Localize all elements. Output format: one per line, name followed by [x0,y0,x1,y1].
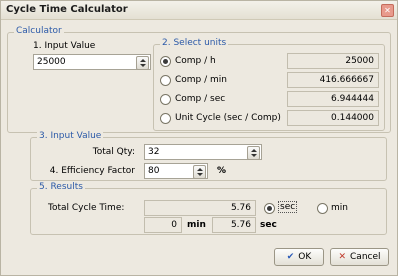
ok-button-label: OK [298,252,312,262]
result-minutes-value: 0 [144,217,182,233]
calculator-group: Calculator 1. Input Value 25000 2. Selec… [7,26,391,133]
total-qty-spinner[interactable] [247,146,260,160]
unit-comp-per-min-value: 416.666667 [287,72,379,88]
unit-comp-per-hour-label: Comp / h [175,56,216,66]
unit-option-comp-per-sec[interactable]: Comp / sec 6.944444 [154,90,386,108]
efficiency-factor-label: 4. Efficiency Factor [49,166,135,176]
total-cycle-time-label: Total Cycle Time: [48,203,125,213]
efficiency-percent-unit: % [217,166,227,176]
unit-comp-per-min-label: Comp / min [175,75,227,85]
unit-option-unit-cycle[interactable]: Unit Cycle (sec / Comp) 0.144000 [154,109,386,127]
title-bar[interactable]: Cycle Time Calculator ✕ [1,1,397,20]
cancel-button-label: Cancel [350,252,381,262]
check-icon: ✔ [286,252,295,262]
unit-option-comp-per-min[interactable]: Comp / min 416.666667 [154,71,386,89]
ok-button[interactable]: ✔ OK [274,248,324,266]
unit-cycle-radio[interactable] [160,113,171,124]
unit-comp-per-sec-value: 6.944444 [287,91,379,107]
input-value-text: 25000 [37,57,66,67]
unit-cycle-value: 0.144000 [287,110,379,126]
result-seconds-value: 5.76 [212,217,256,233]
input-value-label: 1. Input Value [33,41,96,51]
result-min-unit-text: min [187,220,206,230]
unit-comp-per-min-radio[interactable] [160,75,171,86]
cross-icon: ✕ [338,252,347,262]
result-unit-min-radio[interactable] [317,203,328,214]
results-group: 5. Results Total Cycle Time: 5.76 sec mi… [30,182,387,235]
unit-comp-per-hour-value: 25000 [287,53,379,69]
input-value-field[interactable]: 25000 [33,54,151,70]
close-button[interactable]: ✕ [381,4,394,17]
calculator-legend: Calculator [14,26,64,36]
efficiency-factor-spinner[interactable] [193,165,206,179]
result-unit-sec-label[interactable]: sec [278,201,298,213]
total-qty-field[interactable]: 32 [144,144,262,160]
cancel-button[interactable]: ✕ Cancel [330,248,389,266]
unit-option-comp-per-hour[interactable]: Comp / h 25000 [154,52,386,70]
select-units-legend: 2. Select units [160,38,229,48]
unit-comp-per-hour-radio[interactable] [160,56,171,67]
select-units-group: 2. Select units Comp / h 25000 Comp / mi… [153,38,386,131]
result-unit-min-label: min [331,203,348,213]
total-cycle-time-value: 5.76 [144,200,256,216]
results-legend: 5. Results [37,182,85,192]
close-icon: ✕ [384,6,391,15]
input-value-legend: 3. Input Value [37,131,104,141]
window-title: Cycle Time Calculator [6,4,128,15]
efficiency-factor-field[interactable]: 80 [144,163,208,179]
total-qty-label: Total Qty: [92,147,135,157]
unit-comp-per-sec-label: Comp / sec [175,94,226,104]
result-sec-unit-text: sec [260,220,277,230]
unit-comp-per-sec-radio[interactable] [160,94,171,105]
total-qty-text: 32 [148,147,160,157]
unit-cycle-label: Unit Cycle (sec / Comp) [175,113,281,123]
result-unit-sec-radio[interactable] [264,203,275,214]
efficiency-factor-text: 80 [148,166,160,176]
input-value-spinner[interactable] [136,56,149,70]
input-value-group: 3. Input Value Total Qty: 32 4. Efficien… [30,131,387,181]
cycle-time-calculator-window: Cycle Time Calculator ✕ Calculator 1. In… [0,0,398,276]
